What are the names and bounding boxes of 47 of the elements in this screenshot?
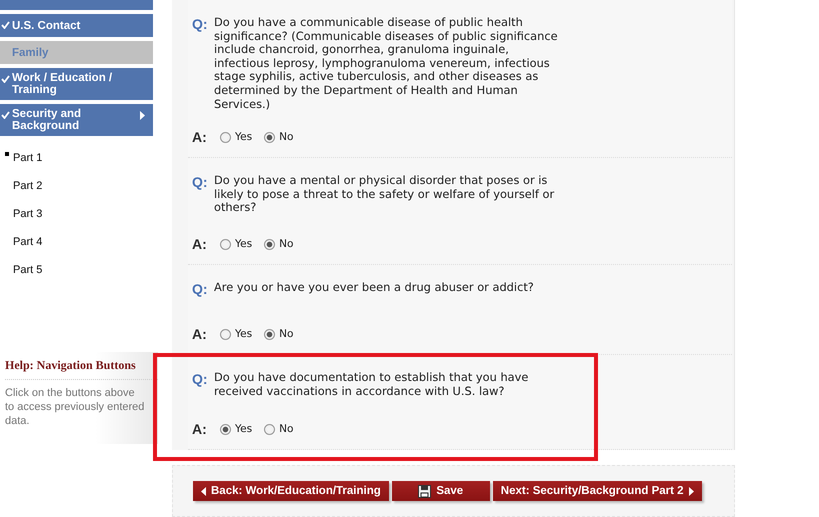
option-label: No — [279, 423, 294, 435]
option-label: No — [279, 328, 294, 340]
radio-button[interactable] — [220, 424, 231, 434]
question-label: Q: — [192, 16, 209, 34]
option-label: Yes — [235, 238, 252, 250]
nav-subitem[interactable]: Part 1 — [13, 152, 42, 164]
radio-button[interactable] — [264, 328, 276, 340]
save-icon — [418, 484, 432, 498]
question-text: Are you or have you ever been a drug abuser or addict? — [214, 281, 535, 296]
radio-button[interactable] — [264, 424, 276, 434]
nav-subitem[interactable]: Part 4 — [13, 236, 42, 248]
nav-subitem[interactable]: Part 2 — [13, 180, 42, 192]
check-icon — [1, 21, 10, 29]
nav-button[interactable]: Save — [392, 481, 490, 502]
nav-item[interactable]: Work / Education / Training — [0, 68, 153, 100]
answer-label: A: — [192, 421, 208, 437]
radio-button[interactable] — [264, 238, 276, 250]
radio-button[interactable] — [264, 132, 276, 142]
check-icon — [1, 111, 10, 119]
option-label: No — [279, 238, 294, 250]
check-icon — [1, 75, 10, 83]
question-label: Q: — [192, 174, 209, 192]
question-text: Do you have documentation to establish that you have received vaccinations in accordance with U.S. law? — [214, 371, 530, 398]
question-label: Q: — [192, 281, 209, 297]
help-title: Help: Navigation Buttons — [5, 358, 158, 380]
radio-button[interactable] — [220, 132, 231, 142]
option-label: Yes — [235, 328, 252, 340]
question-text: Do you have a communicable disease of public health significance? (Communicable diseases of public significance include chancroid, gonorrhea, granuloma inguinale, infectious leprosy, lymphogranuloma venereum, infectious stage syphilis, active tuberculosis, and other diseases as determined by the Department of Health and Human Services.) — [214, 16, 559, 112]
nav-item[interactable]: U.S. Contact — [0, 14, 153, 37]
radio-button[interactable] — [220, 328, 231, 340]
arrow-left-icon — [201, 486, 206, 496]
answer-label: A: — [192, 129, 208, 145]
option-label: No — [279, 131, 294, 143]
nav-subitem[interactable]: Part 3 — [13, 208, 42, 220]
answer-label: A: — [192, 236, 208, 252]
question-label: Q: — [192, 371, 209, 389]
question-text: Do you have a mental or physical disorder that poses or is likely to pose a threat to the safety or welfare of yourself or others? — [214, 174, 556, 215]
nav-button[interactable]: Back: Work/Education/Training — [193, 481, 389, 502]
arrow-right-icon — [688, 486, 694, 496]
answer-label: A: — [192, 326, 208, 342]
help-text: Click on the buttons above to access previously entered data. — [5, 386, 145, 428]
option-label: Yes — [235, 131, 252, 143]
nav-subitem[interactable]: Part 5 — [13, 264, 42, 276]
nav-button[interactable]: Next: Security/Background Part 2 — [492, 481, 702, 502]
radio-button[interactable] — [220, 238, 231, 250]
nav-item[interactable]: Security and Background — [0, 104, 153, 136]
option-label: Yes — [235, 423, 252, 435]
